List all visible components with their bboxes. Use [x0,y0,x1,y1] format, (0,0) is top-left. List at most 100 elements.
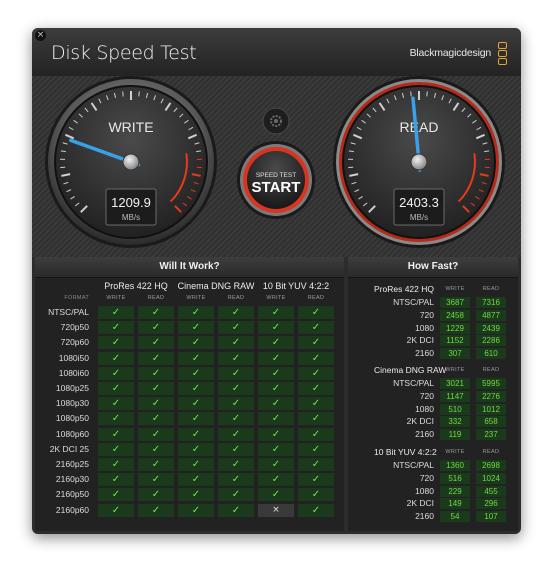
sub-read-header: READ [482,286,500,292]
read-gauge-hub [410,153,428,171]
check-icon: ✓ [138,336,174,350]
read-fps-value: 658 [476,416,506,428]
start-button-caption: SPEED TEST [256,172,296,179]
resolution-label: 1080 [415,485,434,496]
check-icon: ✓ [298,336,334,350]
close-icon[interactable]: × [35,30,46,41]
read-speed-value: 2403.3 [399,195,439,210]
will-it-work-title: Will It Work? [35,257,344,278]
read-fps-value: 2276 [476,390,506,402]
check-icon: ✓ [218,442,254,456]
read-tick [410,91,412,97]
check-icon: ✓ [258,442,294,456]
check-icon: ✓ [298,473,334,487]
write-fps-value: 54 [440,511,470,523]
check-icon: ✓ [218,382,254,395]
sub-write-header: WRITE [106,295,126,301]
resolution-label: 720 [419,390,434,401]
check-icon: ✓ [138,473,174,487]
check-icon: ✓ [258,351,294,365]
speed-test-start-button[interactable]: SPEED TEST START [237,141,315,219]
check-icon: ✓ [218,503,254,517]
check-icon: ✓ [178,397,214,411]
sub-write-header: WRITE [445,449,465,455]
resolution-label: 1080 [415,322,434,333]
check-icon: ✓ [98,442,134,456]
write-fps-value: 229 [440,485,470,497]
how-fast-row: NTSC/PAL 3021 5995 [348,377,518,390]
will-it-work-group-1: Cinema DNG RAW [177,281,255,291]
sub-read-header: READ [482,449,500,455]
format-label: 2160p30 [55,474,89,485]
resolution-label: NTSC/PAL [393,378,434,388]
write-fps-value: 1147 [440,390,470,402]
blackmagic-logo-icon [498,42,509,66]
write-fps-value: 510 [440,403,470,415]
check-icon: ✓ [178,306,214,319]
resolution-label: NTSC/PAL [393,460,434,470]
gear-icon[interactable] [262,107,290,135]
check-icon: ✓ [138,458,174,471]
sub-write-header: WRITE [186,295,206,301]
read-fps-value: 2286 [476,335,506,347]
check-icon: ✓ [298,397,334,411]
title-bar: Disk Speed Test Blackmagicdesign [32,28,521,76]
resolution-label: 2160 [415,348,434,359]
check-icon: ✓ [218,488,254,502]
check-icon: ✓ [138,412,174,426]
check-icon: ✓ [138,397,174,411]
will-it-work-row: 1080p30 ✓ ✓ ✓ ✓ ✓ ✓ [35,396,344,411]
check-icon: ✓ [298,442,334,456]
will-it-work-row: 2160p60 ✓ ✓ ✓ ✓ × ✓ [35,503,344,518]
how-fast-group-title: Cinema DNG RAW [374,365,447,375]
check-icon: ✓ [178,442,214,456]
format-label: 1080p25 [55,383,89,393]
check-icon: ✓ [218,397,254,411]
sub-write-header: WRITE [266,295,286,301]
write-fps-value: 516 [440,472,470,484]
check-icon: ✓ [138,427,174,441]
check-icon: ✓ [138,366,174,380]
how-fast-group-title: 10 Bit YUV 4:2:2 [374,447,437,457]
how-fast-row: 1080 229 455 [348,485,518,498]
check-icon: ✓ [298,306,334,319]
check-icon: ✓ [98,306,134,319]
check-icon: ✓ [98,412,134,426]
will-it-work-row: 2K DCI 25 ✓ ✓ ✓ ✓ ✓ ✓ [35,442,344,457]
check-icon: ✓ [218,412,254,426]
check-icon: ✓ [98,488,134,502]
format-label: 1080i60 [58,367,89,378]
read-fps-value: 1024 [476,472,506,484]
check-icon: ✓ [138,351,174,365]
gauges-panel: WRITE 1209.9 MB/s READ 2403.3 MB/s SPEED… [45,76,505,248]
check-icon: ✓ [98,336,134,350]
read-tick [426,91,428,97]
will-it-work-row: 2160p25 ✓ ✓ ✓ ✓ ✓ ✓ [35,457,344,472]
check-icon: ✓ [298,321,334,335]
write-fps-value: 307 [440,348,470,360]
write-fps-value: 1360 [440,460,470,471]
write-fps-value: 332 [440,416,470,428]
format-label: NTSC/PAL [48,307,89,317]
read-fps-value: 7316 [476,297,506,308]
write-gauge: WRITE 1209.9 MB/s [45,76,217,248]
will-it-work-row: 2160p50 ✓ ✓ ✓ ✓ ✓ ✓ [35,487,344,502]
start-button-label: START [252,179,301,196]
write-fps-value: 149 [440,498,470,510]
how-fast-row: 720 1147 2276 [348,390,518,403]
will-it-work-row: 1080i60 ✓ ✓ ✓ ✓ ✓ ✓ [35,366,344,381]
how-fast-row: 720 516 1024 [348,472,518,485]
will-it-work-panel: Will It Work? ProRes 422 HQ WRITE READ Cine… [35,257,344,531]
check-icon: ✓ [258,366,294,380]
write-gauge-hub [122,153,140,171]
check-icon: ✓ [298,382,334,395]
how-fast-row: 2K DCI 149 296 [348,497,518,510]
format-label: 720p50 [60,322,89,333]
will-it-work-group-0: ProRes 422 HQ [104,281,168,291]
will-it-work-row: 2160p30 ✓ ✓ ✓ ✓ ✓ ✓ [35,472,344,487]
format-label: 720p60 [60,337,89,348]
check-icon: ✓ [258,321,294,335]
check-icon: ✓ [138,382,174,395]
check-icon: ✓ [258,458,294,471]
will-it-work-row: 1080p60 ✓ ✓ ✓ ✓ ✓ ✓ [35,427,344,442]
